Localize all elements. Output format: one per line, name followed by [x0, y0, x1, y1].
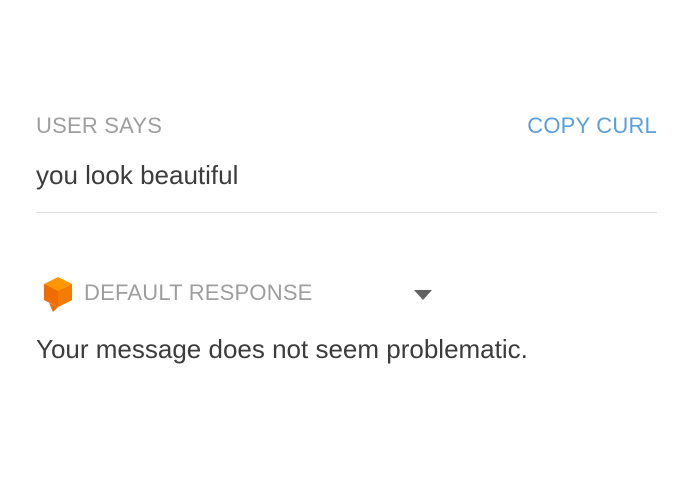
- user-query-text: you look beautiful: [36, 160, 239, 190]
- user-says-label: USER SAYS: [36, 113, 163, 138]
- copy-curl-button[interactable]: COPY CURL: [527, 113, 657, 139]
- divider: [36, 212, 657, 213]
- response-text: Your message does not seem problematic.: [36, 334, 528, 364]
- test-console-panel: USER SAYS COPY CURL you look beautiful D…: [0, 0, 695, 494]
- dialogflow-agent-icon: [44, 277, 72, 312]
- chevron-down-icon[interactable]: [413, 289, 433, 301]
- default-response-label: DEFAULT RESPONSE: [84, 280, 313, 305]
